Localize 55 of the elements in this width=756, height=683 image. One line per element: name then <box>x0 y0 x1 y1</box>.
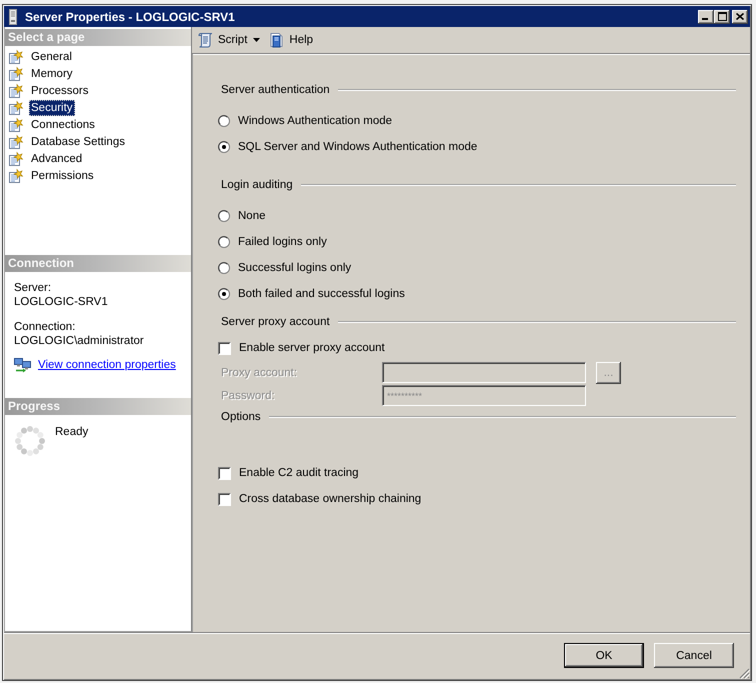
field-label: Password: <box>221 390 275 402</box>
page-icon <box>8 48 24 64</box>
checkbox-option[interactable]: Enable server proxy account <box>218 342 385 354</box>
section-title: Server proxy account <box>221 316 330 328</box>
page-icon <box>8 150 24 166</box>
page-item[interactable]: Advanced <box>29 150 84 166</box>
server-icon <box>8 8 18 24</box>
help-button[interactable]: Help <box>266 29 316 51</box>
panel-header: Select a page <box>5 29 191 46</box>
connection-label: Server: <box>14 280 52 294</box>
page-item[interactable]: Connections <box>29 116 97 132</box>
page-item[interactable]: Memory <box>29 66 75 82</box>
page-item[interactable]: Security <box>29 100 75 116</box>
resize-grip-icon[interactable] <box>738 667 750 679</box>
page-icon <box>8 66 24 82</box>
scroll-icon <box>197 31 215 49</box>
page-item[interactable]: General <box>29 48 74 64</box>
page-item[interactable]: Database Settings <box>29 134 127 150</box>
section-title: Login auditing <box>221 179 293 191</box>
close-button[interactable] <box>732 10 748 24</box>
section-title: Options <box>221 411 261 423</box>
page-icon <box>8 134 24 150</box>
panel-header: Progress <box>5 398 191 414</box>
radio-option[interactable]: Both failed and successful logins <box>218 288 405 300</box>
page-icon <box>8 116 24 132</box>
checkbox-option[interactable]: Enable C2 audit tracing <box>218 466 359 480</box>
maximize-button[interactable] <box>714 10 730 24</box>
radio-option[interactable]: None <box>218 210 266 222</box>
dialog-button[interactable]: OK <box>564 643 644 668</box>
computers-icon <box>14 356 32 372</box>
page-item[interactable]: Processors <box>29 82 91 98</box>
connection-value: LOGLOGIC-SRV1 <box>14 294 108 308</box>
radio-option[interactable]: Successful logins only <box>218 262 352 274</box>
connection-properties-link[interactable]: View connection properties <box>38 358 176 370</box>
section-title: Server authentication <box>221 84 330 96</box>
close-icon <box>736 13 744 20</box>
window-title: Server Properties - LOGLOGIC-SRV1 <box>25 10 235 24</box>
field-label: Proxy account: <box>221 366 298 378</box>
script-button[interactable]: Script <box>195 29 262 51</box>
dialog-button[interactable]: Cancel <box>654 643 734 668</box>
maximize-icon <box>718 12 726 21</box>
page-icon <box>8 168 24 184</box>
panel-header: Connection <box>5 254 191 272</box>
radio-option[interactable]: Failed logins only <box>218 236 327 248</box>
checkbox-option[interactable]: Cross database ownership chaining <box>218 492 422 506</box>
connection-label: Connection: <box>14 320 76 334</box>
minimize-button[interactable] <box>698 10 714 24</box>
radio-option[interactable]: Windows Authentication mode <box>218 115 392 127</box>
radio-option[interactable]: SQL Server and Windows Authentication mode <box>218 141 478 153</box>
status-text: Ready <box>55 426 88 438</box>
page-icon <box>8 82 24 98</box>
page-icon <box>8 100 24 116</box>
page-item[interactable]: Permissions <box>29 168 96 184</box>
connection-value: LOGLOGIC\administrator <box>14 334 144 348</box>
spinner-icon <box>14 424 46 456</box>
